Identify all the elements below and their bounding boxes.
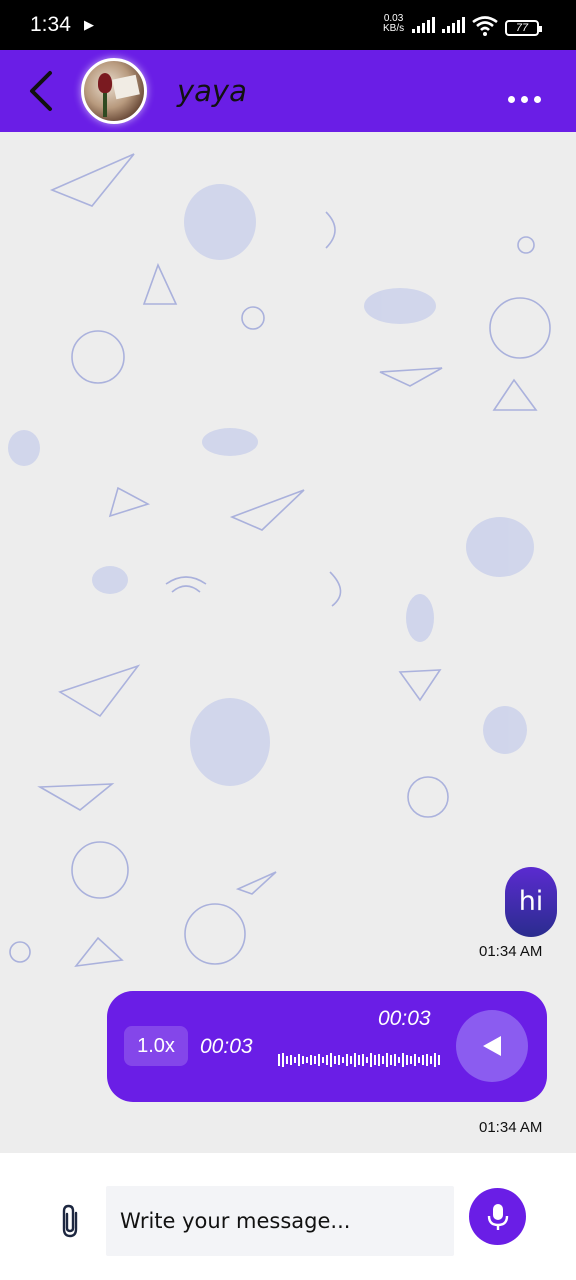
playback-rate-button[interactable]: 1.0x [124, 1026, 188, 1066]
voice-message-bubble[interactable]: 1.0x 00:03 00:03 [107, 991, 547, 1102]
status-bar: 1:34 ▶ 0.03 KB/s 77 [0, 0, 576, 50]
message-composer [0, 1153, 576, 1280]
network-speed: 0.03 KB/s [383, 13, 405, 34]
chat-header: yaya [0, 50, 576, 132]
mic-button[interactable] [469, 1188, 526, 1245]
message-input[interactable] [106, 1186, 454, 1256]
media-playing-icon: ▶ [84, 18, 94, 33]
message-timestamp: 01:34 AM [479, 1119, 543, 1136]
voice-total-time: 00:03 [378, 1007, 431, 1030]
waveform[interactable] [278, 1051, 442, 1069]
message-list[interactable]: hi 01:34 AM 1.0x 00:03 00:03 01:34 AM [0, 132, 576, 1153]
message-bubble-incoming[interactable]: hi [505, 867, 557, 937]
microphone-icon [487, 1204, 509, 1230]
play-icon [483, 1036, 501, 1056]
avatar[interactable] [81, 58, 147, 124]
contact-name[interactable]: yaya [177, 74, 247, 108]
signal-icon [412, 17, 435, 33]
voice-current-time: 00:03 [200, 1035, 253, 1058]
battery-icon: 77 [505, 20, 542, 36]
signal-icon-2 [442, 17, 465, 33]
wifi-icon [472, 16, 498, 36]
message-timestamp: 01:34 AM [479, 943, 543, 960]
paperclip-icon[interactable] [56, 1203, 86, 1239]
status-time: 1:34 [30, 13, 71, 36]
more-horizontal-icon[interactable] [508, 88, 550, 103]
voice-play-button[interactable] [456, 1010, 528, 1082]
chevron-left-icon[interactable] [26, 70, 58, 112]
